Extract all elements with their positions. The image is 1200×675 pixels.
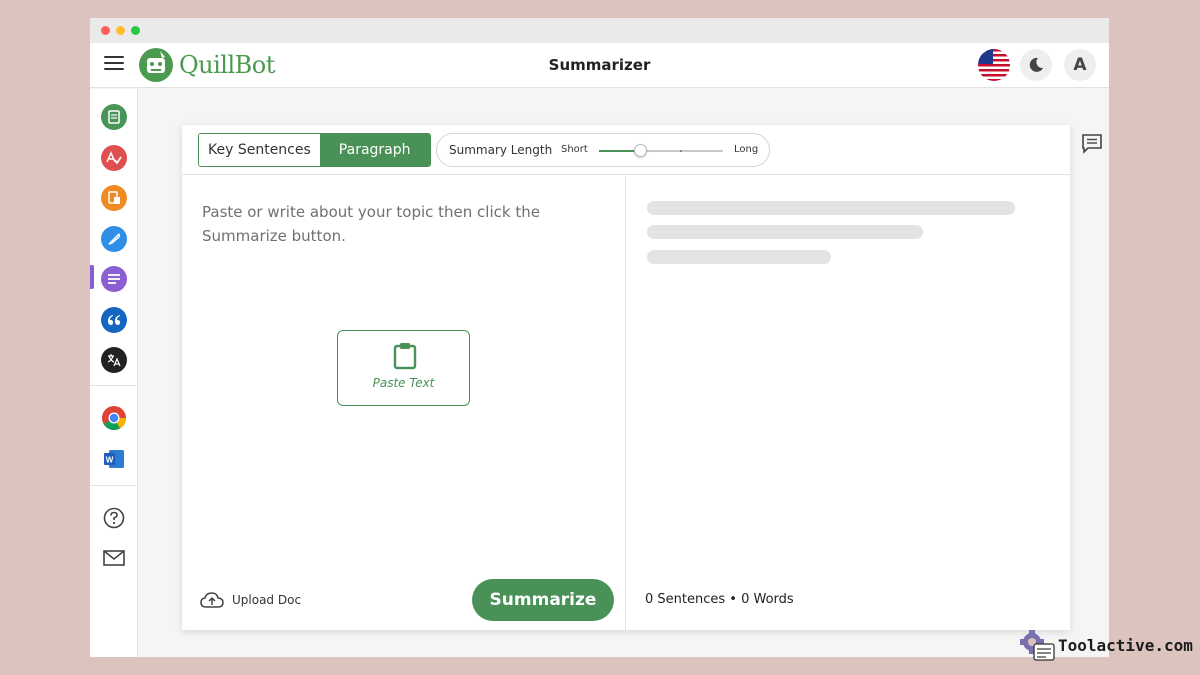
sidebar-item-translator[interactable]	[101, 347, 127, 373]
mail-icon	[103, 550, 125, 566]
sidebar-item-summarizer[interactable]	[101, 266, 127, 292]
account-avatar[interactable]: A	[1064, 49, 1096, 81]
slider-tick	[680, 150, 682, 152]
minimize-window-button[interactable]	[116, 26, 125, 35]
sidebar-item-chrome-extension[interactable]	[101, 405, 127, 431]
sidebar-divider	[90, 485, 138, 486]
length-short-label: Short	[561, 144, 588, 155]
output-area	[627, 176, 1070, 574]
sentence-word-count: 0 Sentences • 0 Words	[645, 592, 794, 607]
window-titlebar	[90, 18, 1109, 43]
dark-mode-toggle[interactable]	[1020, 49, 1052, 81]
us-flag-icon[interactable]	[978, 49, 1010, 81]
sidebar-item-plagiarism-checker[interactable]	[101, 185, 127, 211]
gear-document-icon	[1020, 630, 1055, 661]
word-icon: W	[104, 450, 124, 468]
plagiarism-icon	[108, 191, 120, 204]
sidebar-item-grammar-checker[interactable]	[101, 145, 127, 171]
paste-text-button[interactable]: Paste Text	[337, 330, 470, 406]
sidebar-item-citation-generator[interactable]	[101, 307, 127, 333]
summary-length-slider[interactable]	[599, 144, 723, 157]
sidebar-item-contact[interactable]	[101, 545, 127, 571]
sidebar-divider	[90, 385, 138, 386]
grammar-check-icon	[106, 151, 122, 165]
maximize-window-button[interactable]	[131, 26, 140, 35]
close-window-button[interactable]	[101, 26, 110, 35]
mode-paragraph[interactable]: Paragraph	[319, 134, 430, 166]
sidebar-item-word-addin[interactable]: W	[101, 446, 127, 472]
slider-thumb[interactable]	[634, 144, 647, 157]
summarize-button[interactable]: Summarize	[472, 579, 614, 621]
loading-placeholder-line	[647, 250, 831, 264]
translate-icon	[107, 354, 121, 367]
app-window: QuillBot Summarizer A W Key Sentences Pa…	[90, 18, 1109, 657]
input-footer: Upload Doc Summarize	[182, 574, 626, 630]
output-footer: 0 Sentences • 0 Words	[627, 574, 1070, 630]
summarizer-icon	[108, 274, 120, 284]
upload-doc-label: Upload Doc	[232, 593, 302, 607]
app-header: QuillBot Summarizer A	[90, 43, 1109, 88]
upload-doc-button[interactable]: Upload Doc	[200, 590, 301, 610]
feather-icon	[108, 233, 121, 245]
loading-placeholder-line	[647, 225, 923, 239]
sidebar-item-help[interactable]	[101, 505, 127, 531]
active-indicator	[90, 265, 94, 289]
page-title: Summarizer	[548, 56, 651, 74]
mode-selector: Key Sentences Paragraph	[198, 133, 431, 167]
length-long-label: Long	[734, 144, 759, 155]
paste-text-label: Paste Text	[372, 376, 435, 390]
sidebar-item-paraphraser[interactable]	[101, 104, 127, 130]
sidebar: W	[90, 89, 138, 657]
summary-length-control: Summary Length Short Long	[436, 133, 770, 167]
moon-icon	[1029, 57, 1043, 72]
chrome-icon	[102, 406, 126, 431]
help-icon	[103, 507, 125, 529]
summary-length-label: Summary Length	[449, 143, 553, 157]
quote-icon	[108, 315, 120, 325]
mode-toolbar: Key Sentences Paragraph Summary Length S…	[182, 125, 1070, 175]
sidebar-item-co-writer[interactable]	[101, 226, 127, 252]
toolactive-watermark: Toolactive.com	[1018, 628, 1193, 664]
input-placeholder: Paste or write about your topic then cli…	[202, 203, 540, 245]
clipboard-icon	[393, 343, 417, 370]
input-editor[interactable]: Paste or write about your topic then cli…	[182, 176, 626, 574]
summarizer-panel: Key Sentences Paragraph Summary Length S…	[182, 125, 1070, 630]
mode-key-sentences[interactable]: Key Sentences	[199, 134, 320, 166]
paraphraser-icon	[108, 110, 120, 124]
comment-icon[interactable]	[1081, 133, 1103, 155]
loading-placeholder-line	[647, 201, 1015, 215]
upload-cloud-icon	[200, 592, 224, 608]
watermark-text: Toolactive.com	[1058, 636, 1193, 655]
svg-text:W: W	[106, 456, 114, 465]
